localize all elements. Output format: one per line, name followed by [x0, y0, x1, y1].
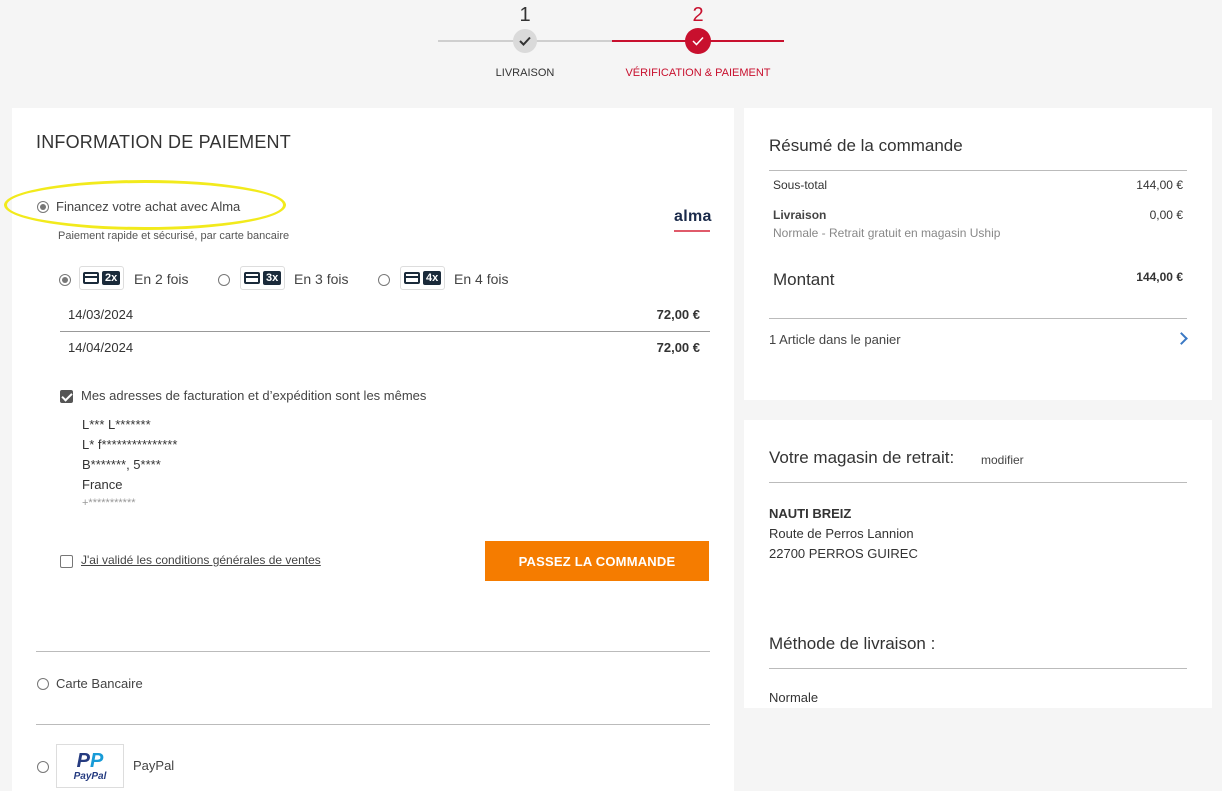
installment-3x-badge[interactable]: 3x — [240, 266, 286, 290]
step-1-check-icon[interactable] — [513, 29, 537, 53]
address-line-5: +*********** — [82, 497, 136, 509]
place-order-button[interactable]: PASSEZ LA COMMANDE — [485, 541, 709, 581]
total-row: Montant 144,00 € — [773, 270, 1183, 294]
store-name: NAUTI BREIZ — [769, 506, 852, 521]
installment-4x-badge[interactable]: 4x — [400, 266, 446, 290]
step-1-label[interactable]: LIVRAISON — [475, 67, 575, 79]
alma-label[interactable]: Financez votre achat avec Alma — [56, 199, 240, 214]
shipping-value: 0,00 € — [1149, 208, 1183, 222]
step-2-label: VÉRIFICATION & PAIEMENT — [625, 67, 771, 79]
chevron-right-icon[interactable] — [1175, 332, 1188, 345]
subtotal-value: 144,00 € — [1136, 178, 1183, 192]
alma-logo: alma — [674, 208, 712, 232]
step-2-number: 2 — [692, 4, 704, 26]
schedule-date: 14/04/2024 — [68, 340, 134, 355]
divider — [769, 318, 1187, 319]
schedule-row: 14/04/2024 72,00 € — [60, 331, 710, 364]
paypal-radio[interactable] — [37, 761, 49, 773]
summary-title: Résumé de la commande — [769, 136, 963, 155]
schedule-amount: 72,00 € — [656, 340, 700, 355]
installment-3x-radio[interactable] — [218, 274, 230, 286]
store-street: Route de Perros Lannion — [769, 526, 914, 541]
card-payment-radio[interactable] — [37, 678, 49, 690]
installment-2x-radio[interactable] — [59, 274, 71, 286]
card-icon — [404, 272, 420, 284]
subtotal-label: Sous-total — [773, 178, 828, 192]
terms-link[interactable]: J'ai validé les conditions générales de … — [81, 553, 321, 567]
store-title: Votre magasin de retrait: — [769, 448, 955, 467]
installment-2x-label[interactable]: En 2 fois — [134, 271, 188, 287]
paypal-logo[interactable]: PP PayPal — [56, 744, 124, 788]
installment-3x-multiplier: 3x — [263, 271, 282, 285]
terms-checkbox[interactable] — [60, 555, 73, 568]
delivery-method-value: Normale — [769, 690, 819, 705]
alma-radio[interactable] — [37, 201, 49, 213]
address-line-3: B*******, 5**** — [82, 457, 161, 472]
modify-store-link[interactable]: modifier — [981, 453, 1024, 467]
card-payment-label[interactable]: Carte Bancaire — [56, 676, 143, 691]
address-line-2: L* f*************** — [82, 437, 178, 452]
divider — [769, 170, 1187, 171]
same-address-label[interactable]: Mes adresses de facturation et d’expédit… — [81, 388, 426, 403]
payment-title: INFORMATION DE PAIEMENT — [36, 132, 291, 152]
card-icon — [83, 272, 99, 284]
paypal-label[interactable]: PayPal — [133, 758, 174, 773]
divider — [36, 724, 710, 725]
installment-4x-multiplier: 4x — [423, 271, 442, 285]
address-line-1: L*** L******* — [82, 417, 151, 432]
cart-items-link[interactable]: 1 Article dans le panier — [769, 332, 901, 347]
divider — [36, 651, 710, 652]
installment-3x-label[interactable]: En 3 fois — [294, 271, 348, 287]
store-city: 22700 PERROS GUIREC — [769, 546, 918, 561]
divider — [769, 668, 1187, 669]
payment-panel: INFORMATION DE PAIEMENT Financez votre a… — [4, 108, 734, 791]
card-icon — [244, 272, 260, 284]
installment-2x-badge[interactable]: 2x — [79, 266, 125, 290]
schedule-row: 14/03/2024 72,00 € — [60, 298, 710, 331]
shipping-detail: Normale - Retrait gratuit en magasin Ush… — [773, 226, 1001, 240]
shipping-label: Livraison — [773, 208, 827, 222]
paypal-p-icon: PP — [76, 749, 104, 772]
total-value: 144,00 € — [1136, 270, 1183, 284]
checkout-stepper: 1 2 LIVRAISON VÉRIFICATION & PAIEMENT — [0, 0, 1222, 100]
total-label: Montant — [773, 270, 835, 289]
pickup-store-panel: Votre magasin de retrait: modifier NAUTI… — [744, 420, 1212, 708]
address-line-4: France — [82, 477, 123, 492]
installment-4x-radio[interactable] — [378, 274, 390, 286]
paypal-logo-text: PayPal — [73, 770, 107, 782]
schedule-amount: 72,00 € — [656, 307, 700, 322]
installment-2x-multiplier: 2x — [102, 271, 121, 285]
divider — [769, 482, 1187, 483]
same-address-checkbox[interactable] — [60, 390, 73, 403]
alma-subtitle: Paiement rapide et sécurisé, par carte b… — [58, 230, 290, 242]
order-summary-panel: Résumé de la commande Sous-total 144,00 … — [744, 108, 1212, 400]
schedule-date: 14/03/2024 — [68, 307, 134, 322]
installment-4x-label[interactable]: En 4 fois — [454, 271, 508, 287]
delivery-method-title: Méthode de livraison : — [769, 634, 936, 653]
step-1-number: 1 — [519, 4, 531, 26]
step-2-check-icon — [685, 28, 711, 54]
